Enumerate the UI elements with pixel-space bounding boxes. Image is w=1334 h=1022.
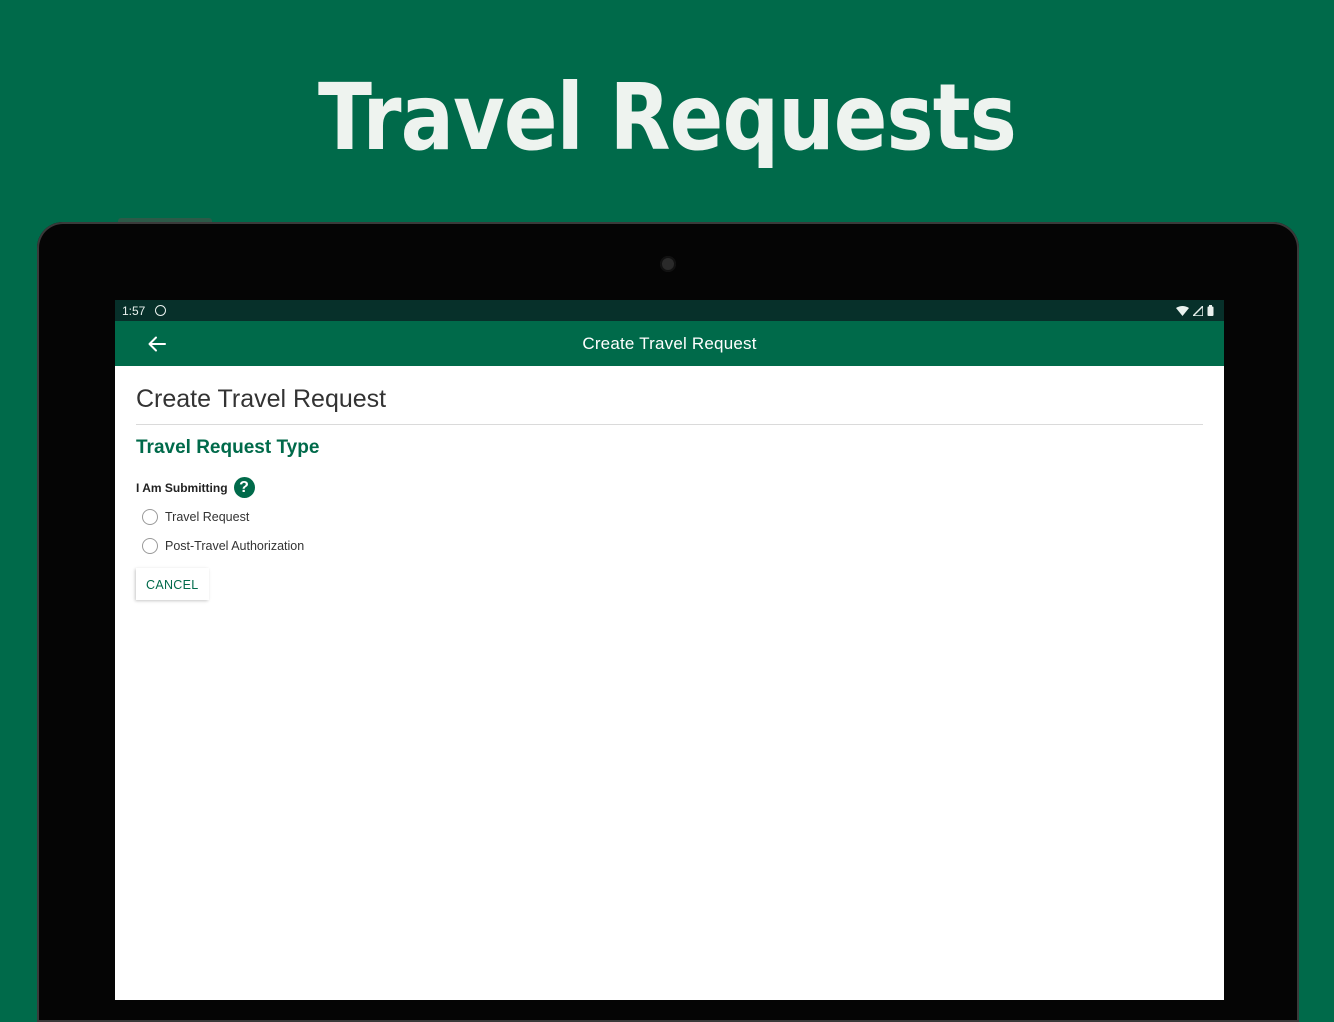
help-icon[interactable]: ? [233, 477, 255, 498]
back-button[interactable] [145, 333, 169, 355]
signal-icon [1193, 305, 1203, 316]
status-bar: 1:57 [115, 300, 1224, 321]
section-title: Travel Request Type [136, 437, 320, 458]
cancel-button[interactable]: CANCEL [136, 568, 209, 600]
wifi-icon [1176, 305, 1189, 316]
back-arrow-icon [148, 336, 166, 352]
app-bar: Create Travel Request [115, 321, 1224, 366]
radio-group: Travel Request Post-Travel Authorization [136, 502, 1203, 560]
radio-label: Travel Request [165, 509, 250, 524]
field-label-row: I Am Submitting ? [136, 477, 1203, 498]
submitting-label: I Am Submitting [136, 480, 228, 495]
status-icons [1176, 305, 1214, 316]
marketing-title: Travel Requests [318, 64, 1017, 171]
status-time: 1:57 [122, 303, 146, 318]
battery-icon [1207, 305, 1214, 316]
radio-label: Post-Travel Authorization [165, 538, 305, 553]
radio-travel-request[interactable]: Travel Request [142, 502, 1203, 531]
camera-icon [660, 256, 676, 272]
page-title: Create Travel Request [136, 385, 1203, 425]
form-content: Create Travel Request Travel Request Typ… [115, 385, 1224, 600]
radio-post-travel-authorization[interactable]: Post-Travel Authorization [142, 531, 1203, 560]
app-bar-title: Create Travel Request [582, 333, 757, 353]
app-screen: 1:57 Create Travel Request Create Travel… [115, 300, 1224, 1000]
radio-button[interactable] [142, 537, 158, 554]
radio-button[interactable] [142, 508, 158, 525]
sync-icon [155, 305, 167, 316]
